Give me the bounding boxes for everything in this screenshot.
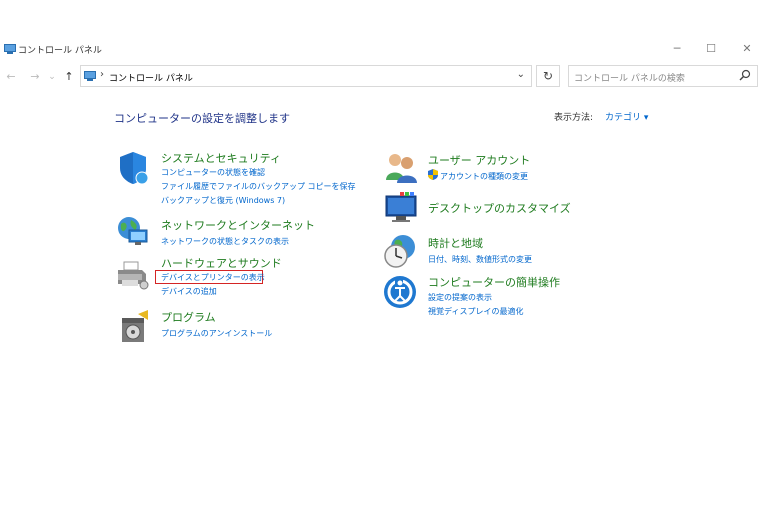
category-hardware-sound[interactable]: ハードウェアとサウンド <box>161 255 282 271</box>
search-placeholder: コントロール パネルの検索 <box>574 74 685 84</box>
printer-icon[interactable] <box>116 258 150 294</box>
address-text[interactable]: コントロール パネル <box>109 71 193 84</box>
programs-icon[interactable] <box>118 308 152 344</box>
forward-button[interactable]: → <box>28 70 42 84</box>
category-programs[interactable]: プログラム <box>161 309 216 325</box>
category-user-accounts[interactable]: ユーザー アカウント <box>428 152 530 168</box>
link-add-device[interactable]: デバイスの追加 <box>161 286 217 297</box>
view-by-label: 表示方法: <box>554 113 594 123</box>
link-check-status[interactable]: コンピューターの状態を確認 <box>161 167 265 178</box>
category-clock-region[interactable]: 時計と地域 <box>428 235 483 251</box>
refresh-button[interactable]: ↻ <box>536 65 560 87</box>
users-icon[interactable] <box>385 150 419 186</box>
category-desktop-customize[interactable]: デスクトップのカスタマイズ <box>428 200 571 216</box>
view-by-dropdown[interactable]: カテゴリ ▾ <box>605 110 648 123</box>
up-button[interactable]: ↑ <box>62 70 76 84</box>
search-input[interactable]: コントロール パネルの検索 <box>568 65 758 87</box>
uac-shield-icon <box>428 169 438 180</box>
shield-icon[interactable] <box>116 150 150 186</box>
link-suggestions[interactable]: 設定の提案の表示 <box>428 292 492 303</box>
link-backup-restore[interactable]: バックアップと復元 (Windows 7) <box>161 195 285 206</box>
link-devices-printers[interactable]: デバイスとプリンターの表示 <box>161 272 265 283</box>
ease-of-access-icon[interactable] <box>383 274 417 310</box>
category-system-security[interactable]: システムとセキュリティ <box>161 150 281 166</box>
category-ease-of-access[interactable]: コンピューターの簡単操作 <box>428 274 560 290</box>
link-change-date-time-format[interactable]: 日付、時刻、数値形式の変更 <box>428 254 532 265</box>
chevron-right-icon: › <box>100 69 104 80</box>
maximize-button[interactable]: ☐ <box>698 40 724 58</box>
address-bar[interactable]: › コントロール パネル ⌄ <box>80 65 532 87</box>
link-change-account-type[interactable]: アカウントの種類の変更 <box>440 171 528 182</box>
control-panel-icon <box>84 71 96 81</box>
close-button[interactable]: ✕ <box>734 40 760 58</box>
window-title: コントロール パネル <box>18 46 102 56</box>
clock-globe-icon[interactable] <box>383 233 417 269</box>
link-optimize-display[interactable]: 視覚ディスプレイの最適化 <box>428 306 523 317</box>
search-icon <box>739 69 751 81</box>
chevron-down-icon[interactable]: ⌄ <box>517 69 525 80</box>
link-file-history[interactable]: ファイル履歴でファイルのバックアップ コピーを保存 <box>161 181 356 192</box>
control-panel-icon <box>4 44 16 54</box>
link-network-status[interactable]: ネットワークの状態とタスクの表示 <box>161 236 289 247</box>
page-title: コンピューターの設定を調整します <box>114 112 290 125</box>
desktop-icon[interactable] <box>384 190 418 226</box>
back-button[interactable]: ← <box>4 70 18 84</box>
minimize-button[interactable]: ─ <box>664 40 690 58</box>
category-network-internet[interactable]: ネットワークとインターネット <box>161 217 315 233</box>
link-uninstall-program[interactable]: プログラムのアンインストール <box>161 328 272 339</box>
recent-locations-button[interactable]: ⌄ <box>45 70 59 84</box>
network-icon[interactable] <box>115 214 149 250</box>
